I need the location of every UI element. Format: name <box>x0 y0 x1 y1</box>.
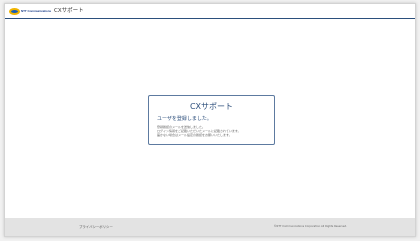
top-bar: NTT Communications CXサポート <box>5 4 415 19</box>
logo-text: NTT Communications <box>21 9 52 13</box>
registration-complete-card: CXサポート ユーザを登録しました。 登録確認のメールを送信しました。 ログイン… <box>148 95 275 145</box>
info-line: 届かない場合はメール設定の確認をお願いいたします。 <box>157 133 232 137</box>
privacy-policy-link[interactable]: プライバシーポリシー <box>79 224 113 230</box>
footer: プライバシーポリシー ©NTT Communications Corporati… <box>5 218 415 236</box>
registration-message: ユーザを登録しました。 <box>157 116 212 122</box>
app-window: NTT Communications CXサポート CXサポート ユーザを登録し… <box>4 3 416 237</box>
copyright-text: ©NTT Communications Corporation All Righ… <box>273 225 347 228</box>
logo-icon <box>9 7 20 15</box>
app-title: CXサポート <box>54 8 84 14</box>
company-logo[interactable]: NTT Communications <box>9 7 52 15</box>
card-title: CXサポート <box>189 102 234 111</box>
